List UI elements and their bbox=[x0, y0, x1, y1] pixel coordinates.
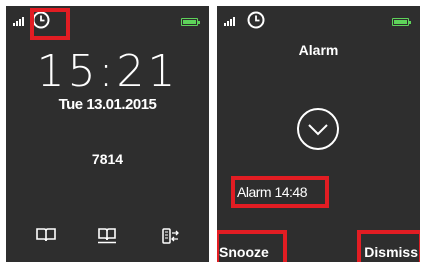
alarm-time-highlight bbox=[231, 176, 329, 208]
phonebook-icon[interactable] bbox=[97, 228, 117, 244]
call-transfer-icon[interactable] bbox=[162, 228, 180, 244]
signal-icon bbox=[13, 16, 27, 26]
alarm-title: Alarm bbox=[298, 42, 339, 58]
dismiss-highlight bbox=[357, 230, 420, 262]
chevron-down-icon[interactable] bbox=[295, 106, 341, 152]
alarm-icon-highlight bbox=[30, 8, 70, 40]
alarm-clock-icon[interactable] bbox=[246, 10, 266, 30]
status-bar bbox=[217, 6, 420, 34]
alarm-screen: Alarm Alarm 14:48 Snooze Dismiss bbox=[217, 6, 420, 262]
battery-icon bbox=[392, 18, 411, 26]
snooze-highlight bbox=[217, 230, 287, 262]
extension-number: 7814 bbox=[91, 151, 124, 167]
clock-time: 15:21 bbox=[36, 46, 179, 97]
signal-icon bbox=[224, 16, 238, 26]
battery-icon bbox=[181, 18, 200, 26]
date-label: Tue 13.01.2015 bbox=[58, 96, 157, 113]
book-icon[interactable] bbox=[36, 228, 56, 242]
home-screen: 15:21 Tue 13.01.2015 7814 bbox=[6, 6, 209, 262]
